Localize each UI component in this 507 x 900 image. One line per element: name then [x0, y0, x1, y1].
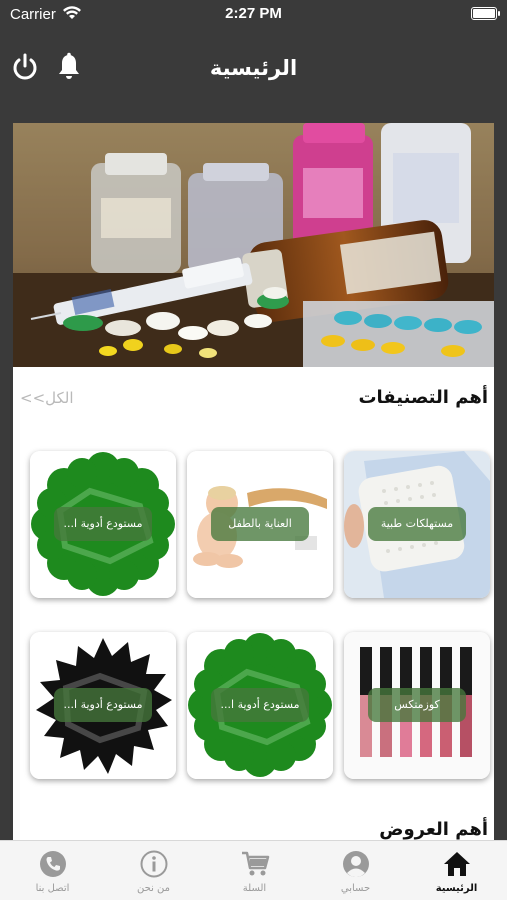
- category-card-medical-supplies[interactable]: مستهلكات طبية: [344, 451, 490, 598]
- category-label: مستهلكات طبية: [368, 507, 466, 541]
- tab-label: اتصل بنا: [35, 883, 70, 894]
- category-card-pharma-warehouse-2[interactable]: مستودع أدوية ا...: [187, 632, 333, 779]
- home-icon: [444, 852, 470, 876]
- info-icon: [140, 850, 168, 878]
- category-label: مستودع أدوية ا...: [211, 688, 309, 722]
- nav-bar: الرئيسية: [0, 34, 507, 110]
- category-label: العناية بالطفل: [211, 507, 309, 541]
- category-label: مستودع أدوية ا...: [54, 507, 152, 541]
- category-card-pharma-warehouse-1[interactable]: مستودع أدوية ا...: [30, 451, 176, 598]
- category-card-baby-care[interactable]: العناية بالطفل: [187, 451, 333, 598]
- cart-icon: [242, 851, 270, 876]
- status-bar: Carrier 2:27 PM: [0, 0, 507, 34]
- status-time: 2:27 PM: [225, 5, 282, 22]
- tab-contact[interactable]: اتصل بنا: [2, 841, 103, 900]
- tab-bar: الرئيسية حسابي السلة من نحن اتصل بنا: [0, 840, 507, 900]
- tab-account[interactable]: حسابي: [305, 841, 406, 900]
- page-title: الرئيسية: [209, 56, 298, 80]
- tab-label: السلة: [242, 883, 267, 894]
- battery-icon: [471, 7, 500, 20]
- tab-cart[interactable]: السلة: [204, 841, 305, 900]
- see-all-link[interactable]: الكل>>: [20, 389, 74, 407]
- offers-section-title: أهم العروض: [379, 819, 488, 840]
- tab-label: حسابي: [340, 883, 371, 894]
- hero-banner-image[interactable]: [13, 123, 494, 367]
- account-icon: [343, 851, 369, 878]
- category-label: كوزمتكس: [368, 688, 466, 722]
- category-card-pharma-warehouse-3[interactable]: مستودع أدوية ا...: [30, 632, 176, 779]
- categories-header: أهم التصنيفات الكل>>: [13, 385, 494, 415]
- category-card-cosmetics[interactable]: كوزمتكس: [344, 632, 490, 779]
- categories-title: أهم التصنيفات: [358, 387, 488, 408]
- tab-about[interactable]: من نحن: [103, 841, 204, 900]
- tab-label: الرئيسية: [435, 883, 478, 894]
- category-label: مستودع أدوية ا...: [54, 688, 152, 722]
- tab-label: من نحن: [137, 883, 170, 894]
- phone-icon: [40, 851, 66, 877]
- home-content: أهم التصنيفات الكل>> مستهلكات طبية العنا…: [13, 123, 494, 840]
- tab-home[interactable]: الرئيسية: [406, 841, 507, 900]
